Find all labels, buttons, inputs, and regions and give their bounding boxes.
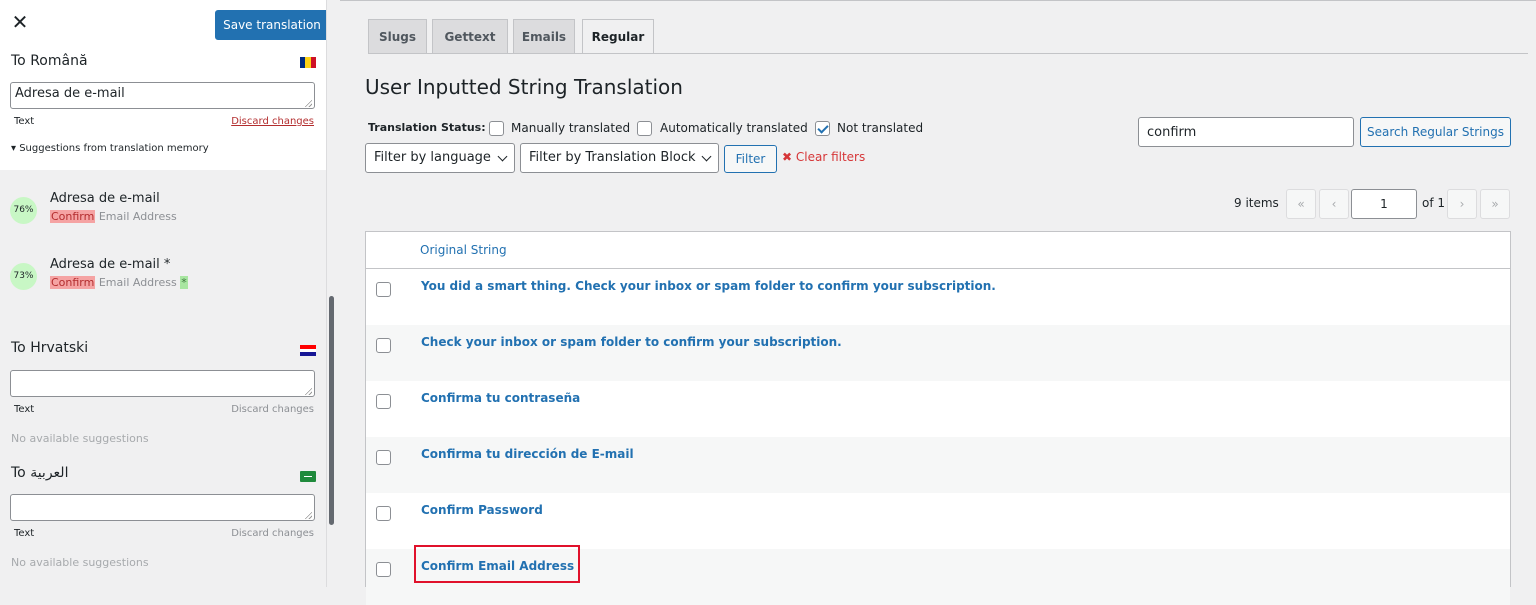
automatically-translated-label[interactable]: Automatically translated [660,121,808,135]
selection-highlight-box [414,545,580,583]
suggestion-translation: Adresa de e-mail [50,191,160,206]
translation-sidebar: ✕ Save translation To Română Text Discar… [0,0,327,587]
tab-slugs[interactable]: Slugs [368,19,427,54]
field-type-label: Text [14,404,35,415]
string-link[interactable]: You did a smart thing. Check your inbox … [421,279,996,293]
suggestion-translation: Adresa de e-mail * [50,257,171,272]
table-row: Confirm Password [366,493,1510,549]
row-checkbox[interactable] [376,394,391,409]
language-title-arabic: To العربية [11,465,69,481]
filter-language-value: Filter by language [374,150,491,165]
last-page-button[interactable]: » [1480,189,1510,219]
match-percent-badge: 73% [10,263,37,290]
table-row: Confirma tu contraseña [366,381,1510,437]
language-title-croatian: To Hrvatski [11,340,89,356]
discard-changes-link[interactable]: Discard changes [231,116,314,127]
translation-status-label: Translation Status: [368,121,486,134]
page-title: User Inputted String Translation [365,75,683,99]
discard-changes-link[interactable]: Discard changes [231,404,314,415]
chevron-down-icon [497,151,508,162]
added-highlight: * [180,276,188,289]
row-checkbox[interactable] [376,338,391,353]
row-checkbox[interactable] [376,506,391,521]
save-translation-button[interactable]: Save translation [215,10,326,40]
total-pages-text: of 1 [1422,196,1446,210]
manually-translated-checkbox[interactable] [489,121,504,136]
prev-page-button[interactable]: ‹ [1319,189,1349,219]
arabic-translation-field[interactable] [10,494,315,521]
not-translated-checkbox[interactable] [815,121,830,136]
suggestion-item[interactable]: 76% Adresa de e-mail Confirm Email Addre… [10,191,310,237]
field-type-label: Text [14,528,35,539]
automatically-translated-checkbox[interactable] [637,121,652,136]
source-rest: Email Address [95,210,177,223]
string-link[interactable]: Confirma tu dirección de E-mail [421,447,634,461]
tab-gettext[interactable]: Gettext [432,19,508,54]
tabs-divider [368,53,1528,54]
source-rest: Email Address [95,276,181,289]
match-highlight: Confirm [50,276,96,289]
resize-handle-icon[interactable] [304,99,312,107]
search-input[interactable] [1138,117,1354,147]
suggestions-toggle[interactable]: ▾ Suggestions from translation memory [11,143,209,154]
close-icon[interactable]: ✕ [10,12,30,32]
filter-button[interactable]: Filter [724,145,777,173]
string-link[interactable]: Confirma tu contraseña [421,391,580,405]
row-checkbox[interactable] [376,282,391,297]
row-checkbox[interactable] [376,450,391,465]
string-link[interactable]: Check your inbox or spam folder to confi… [421,335,842,349]
first-page-button[interactable]: « [1286,189,1316,219]
suggestion-source: Confirm Email Address * [50,276,188,289]
table-row: Check your inbox or spam folder to confi… [366,325,1510,381]
croatian-translation-field[interactable] [10,370,315,397]
croatia-flag-icon [300,345,316,357]
saudi-flag-icon [300,471,316,482]
table-row: Confirma tu dirección de E-mail [366,437,1510,493]
romania-flag-icon [300,57,316,68]
no-suggestions-text: No available suggestions [11,432,149,445]
current-page-input[interactable] [1351,189,1417,219]
chevron-down-icon [701,151,712,162]
filter-block-select[interactable]: Filter by Translation Block [520,143,719,173]
resize-handle-icon[interactable] [304,387,312,395]
table-row: You did a smart thing. Check your inbox … [366,269,1510,325]
items-count: 9 items [1234,196,1279,210]
main-content: Slugs Gettext Emails Regular User Inputt… [340,0,1536,605]
discard-changes-link[interactable]: Discard changes [231,528,314,539]
column-header-original-string[interactable]: Original String [420,243,507,257]
clear-filters-link[interactable]: ✖ Clear filters [782,150,865,164]
language-title-romanian: To Română [11,53,88,69]
tab-regular[interactable]: Regular [582,19,654,54]
suggestion-item[interactable]: 73% Adresa de e-mail * Confirm Email Add… [10,257,310,303]
next-page-button[interactable]: › [1447,189,1477,219]
row-checkbox[interactable] [376,562,391,577]
table-header: Original String [366,232,1510,269]
suggestion-source: Confirm Email Address [50,210,177,223]
resize-handle-icon[interactable] [304,511,312,519]
no-suggestions-text: No available suggestions [11,556,149,569]
strings-table: Original String You did a smart thing. C… [365,231,1511,605]
sidebar-scrollbar[interactable] [329,296,334,525]
tab-emails[interactable]: Emails [513,19,575,54]
manually-translated-label[interactable]: Manually translated [511,121,630,135]
filter-block-value: Filter by Translation Block [529,150,696,165]
field-type-label: Text [14,116,35,127]
not-translated-label[interactable]: Not translated [837,121,923,135]
match-highlight: Confirm [50,210,96,223]
match-percent-badge: 76% [10,197,37,224]
search-regular-strings-button[interactable]: Search Regular Strings [1360,117,1511,147]
romanian-translation-field[interactable] [10,82,315,109]
top-divider [340,0,1536,1]
string-link[interactable]: Confirm Password [421,503,543,517]
filter-language-select[interactable]: Filter by language [365,143,515,173]
